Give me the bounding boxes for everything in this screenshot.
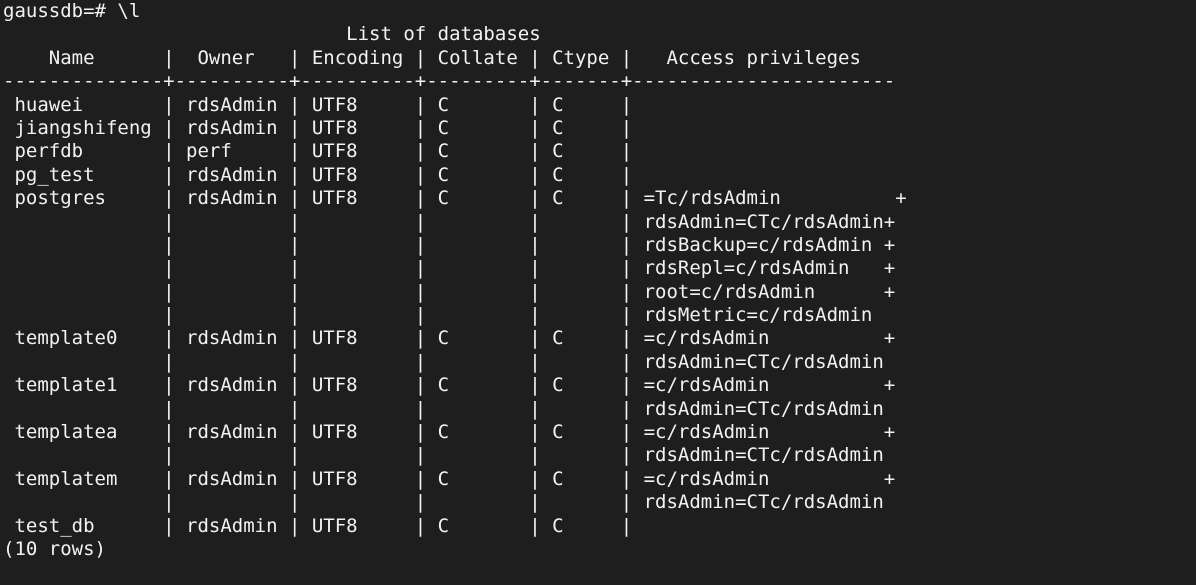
table-row-continuation: | | | | | rdsAdmin=CTc/rdsAdmin [3, 491, 884, 514]
table-header-row: Name | Owner | Encoding | Collate | Ctyp… [3, 46, 861, 69]
command-prompt-line: gaussdb=# \l [3, 0, 141, 22]
row-count-footer: (10 rows) [3, 537, 106, 560]
table-header-separator: --------------+----------+----------+---… [3, 70, 896, 93]
table-row: perfdb | perf | UTF8 | C | C | [3, 140, 633, 163]
table-row: jiangshifeng | rdsAdmin | UTF8 | C | C | [3, 116, 633, 139]
table-row: huawei | rdsAdmin | UTF8 | C | C | [3, 93, 633, 116]
empty-line [3, 561, 1196, 584]
table-row: template0 | rdsAdmin | UTF8 | C | C | =c… [3, 327, 896, 350]
table-row-continuation: | | | | | rdsAdmin=CTc/rdsAdmin [3, 397, 884, 420]
table-row-continuation: | | | | | rdsMetric=c/rdsAdmin [3, 304, 873, 327]
table-row-continuation: | | | | | rdsAdmin=CTc/rdsAdmin [3, 350, 884, 373]
table-row: postgres | rdsAdmin | UTF8 | C | C | =Tc… [3, 187, 907, 210]
table-row: pg_test | rdsAdmin | UTF8 | C | C | [3, 163, 633, 186]
table-row: templatea | rdsAdmin | UTF8 | C | C | =c… [3, 421, 896, 444]
table-row: template1 | rdsAdmin | UTF8 | C | C | =c… [3, 374, 896, 397]
table-row-continuation: | | | | | rdsAdmin=CTc/rdsAdmin+ [3, 210, 896, 233]
table-row-continuation: | | | | | root=c/rdsAdmin + [3, 280, 896, 303]
terminal-window[interactable]: gaussdb=# \l List of databases Name | Ow… [0, 0, 1196, 585]
table-row-continuation: | | | | | rdsAdmin=CTc/rdsAdmin [3, 444, 884, 467]
table-row: templatem | rdsAdmin | UTF8 | C | C | =c… [3, 467, 896, 490]
table-row: test_db | rdsAdmin | UTF8 | C | C | [3, 514, 633, 537]
table-row-continuation: | | | | | rdsRepl=c/rdsAdmin + [3, 257, 896, 280]
table-caption: List of databases [3, 23, 541, 46]
table-row-continuation: | | | | | rdsBackup=c/rdsAdmin + [3, 233, 896, 256]
